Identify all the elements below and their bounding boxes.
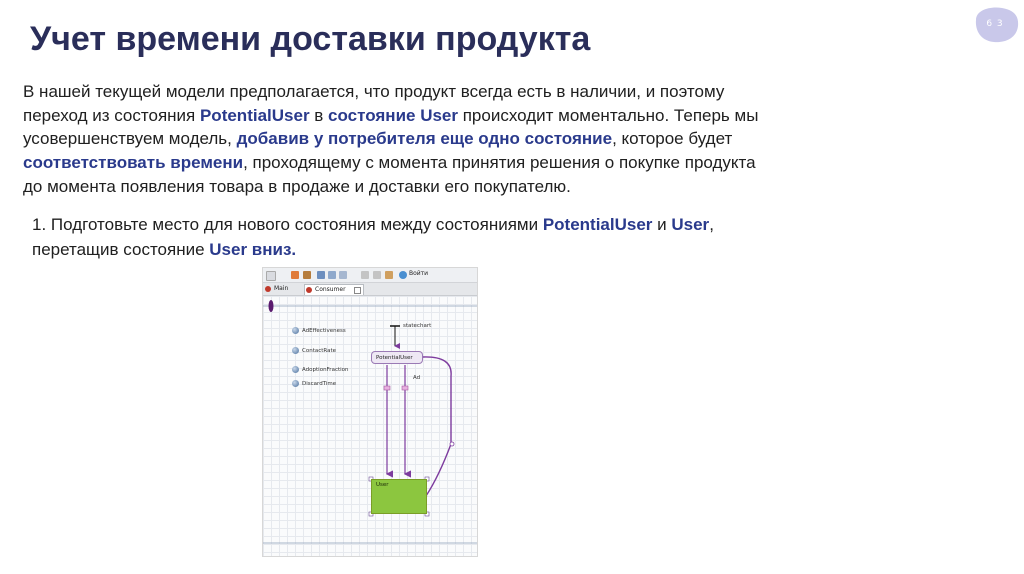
- highlight-potentialuser: PotentialUser: [542, 215, 653, 234]
- login-button[interactable]: Войти: [409, 270, 428, 277]
- graphical-editor-canvas[interactable]: AdEffectiveness ContactRate AdoptionFrac…: [263, 296, 477, 556]
- page-number-badge: 6 3: [972, 6, 1020, 44]
- tool-icon[interactable]: [303, 271, 311, 279]
- agent-icon: [306, 287, 312, 293]
- parameter-label: AdoptionFraction: [302, 367, 349, 373]
- state-potential-user[interactable]: PotentialUser: [371, 351, 423, 364]
- slide-title: Учет времени доставки продукта: [30, 20, 591, 58]
- parameter-label: DiscardTime: [302, 381, 337, 387]
- highlight-user: User: [671, 215, 710, 234]
- close-icon[interactable]: [354, 287, 361, 294]
- parameter-contact-rate[interactable]: ContactRate: [292, 347, 336, 355]
- parameter-label: AdEffectiveness: [302, 328, 346, 334]
- text-run: 1. Подготовьте место для нового состояни…: [32, 215, 543, 234]
- parameter-ad-effectiveness[interactable]: AdEffectiveness: [292, 327, 346, 335]
- diagram-lines: [263, 300, 477, 544]
- text-run: , которое будет: [612, 129, 733, 149]
- highlight-potentialuser: PotentialUser: [199, 105, 310, 125]
- cloud-icon[interactable]: [399, 271, 407, 279]
- tab-consumer[interactable]: Consumer: [304, 284, 364, 295]
- editor-toolbar: Войти: [263, 268, 477, 283]
- align-icon[interactable]: [339, 271, 347, 279]
- parameter-adoption-fraction[interactable]: AdoptionFraction: [292, 366, 349, 374]
- origin-marker: [268, 300, 274, 312]
- text-run: в: [309, 105, 329, 125]
- parameter-label: ContactRate: [302, 348, 337, 354]
- anylogic-screenshot: Войти Main Consumer AdEffectiveness Cont…: [262, 267, 478, 557]
- state-user[interactable]: User: [371, 479, 427, 514]
- parameter-icon: [292, 366, 299, 373]
- model-icon: [265, 286, 271, 292]
- tab-label: Main: [274, 285, 289, 292]
- ad-transition-label: Ad: [413, 375, 421, 381]
- grid-icon[interactable]: [317, 271, 325, 279]
- highlight-state-user: состояние User: [328, 105, 458, 125]
- highlight-add-state: добавив у потребителя еще одно состояние: [236, 129, 613, 149]
- paint-icon[interactable]: [291, 271, 299, 279]
- step-1-instruction: 1. Подготовьте место для нового состояни…: [32, 212, 732, 262]
- text-run: и: [652, 215, 672, 234]
- page-number: 6 3: [986, 19, 1004, 29]
- parameter-icon: [292, 380, 299, 387]
- tab-label: Consumer: [315, 286, 346, 293]
- parameter-icon: [292, 327, 299, 334]
- parameter-discard-time[interactable]: DiscardTime: [292, 380, 336, 388]
- dropdown-icon[interactable]: [266, 271, 276, 281]
- state-user-label: User: [376, 482, 389, 488]
- editor-tabs: Main Consumer: [263, 283, 477, 296]
- layout-icon[interactable]: [328, 271, 336, 279]
- statechart-label: statechart: [403, 323, 432, 329]
- zoom-icon[interactable]: [361, 271, 369, 279]
- highlight-time: соответствовать времени: [23, 153, 244, 173]
- highlight-user-down: User вниз.: [209, 240, 297, 259]
- zoom-out-icon[interactable]: [373, 271, 381, 279]
- intro-paragraph: В нашей текущей модели предполагается, ч…: [23, 80, 763, 199]
- tag-icon[interactable]: [385, 271, 393, 279]
- parameter-icon: [292, 347, 299, 354]
